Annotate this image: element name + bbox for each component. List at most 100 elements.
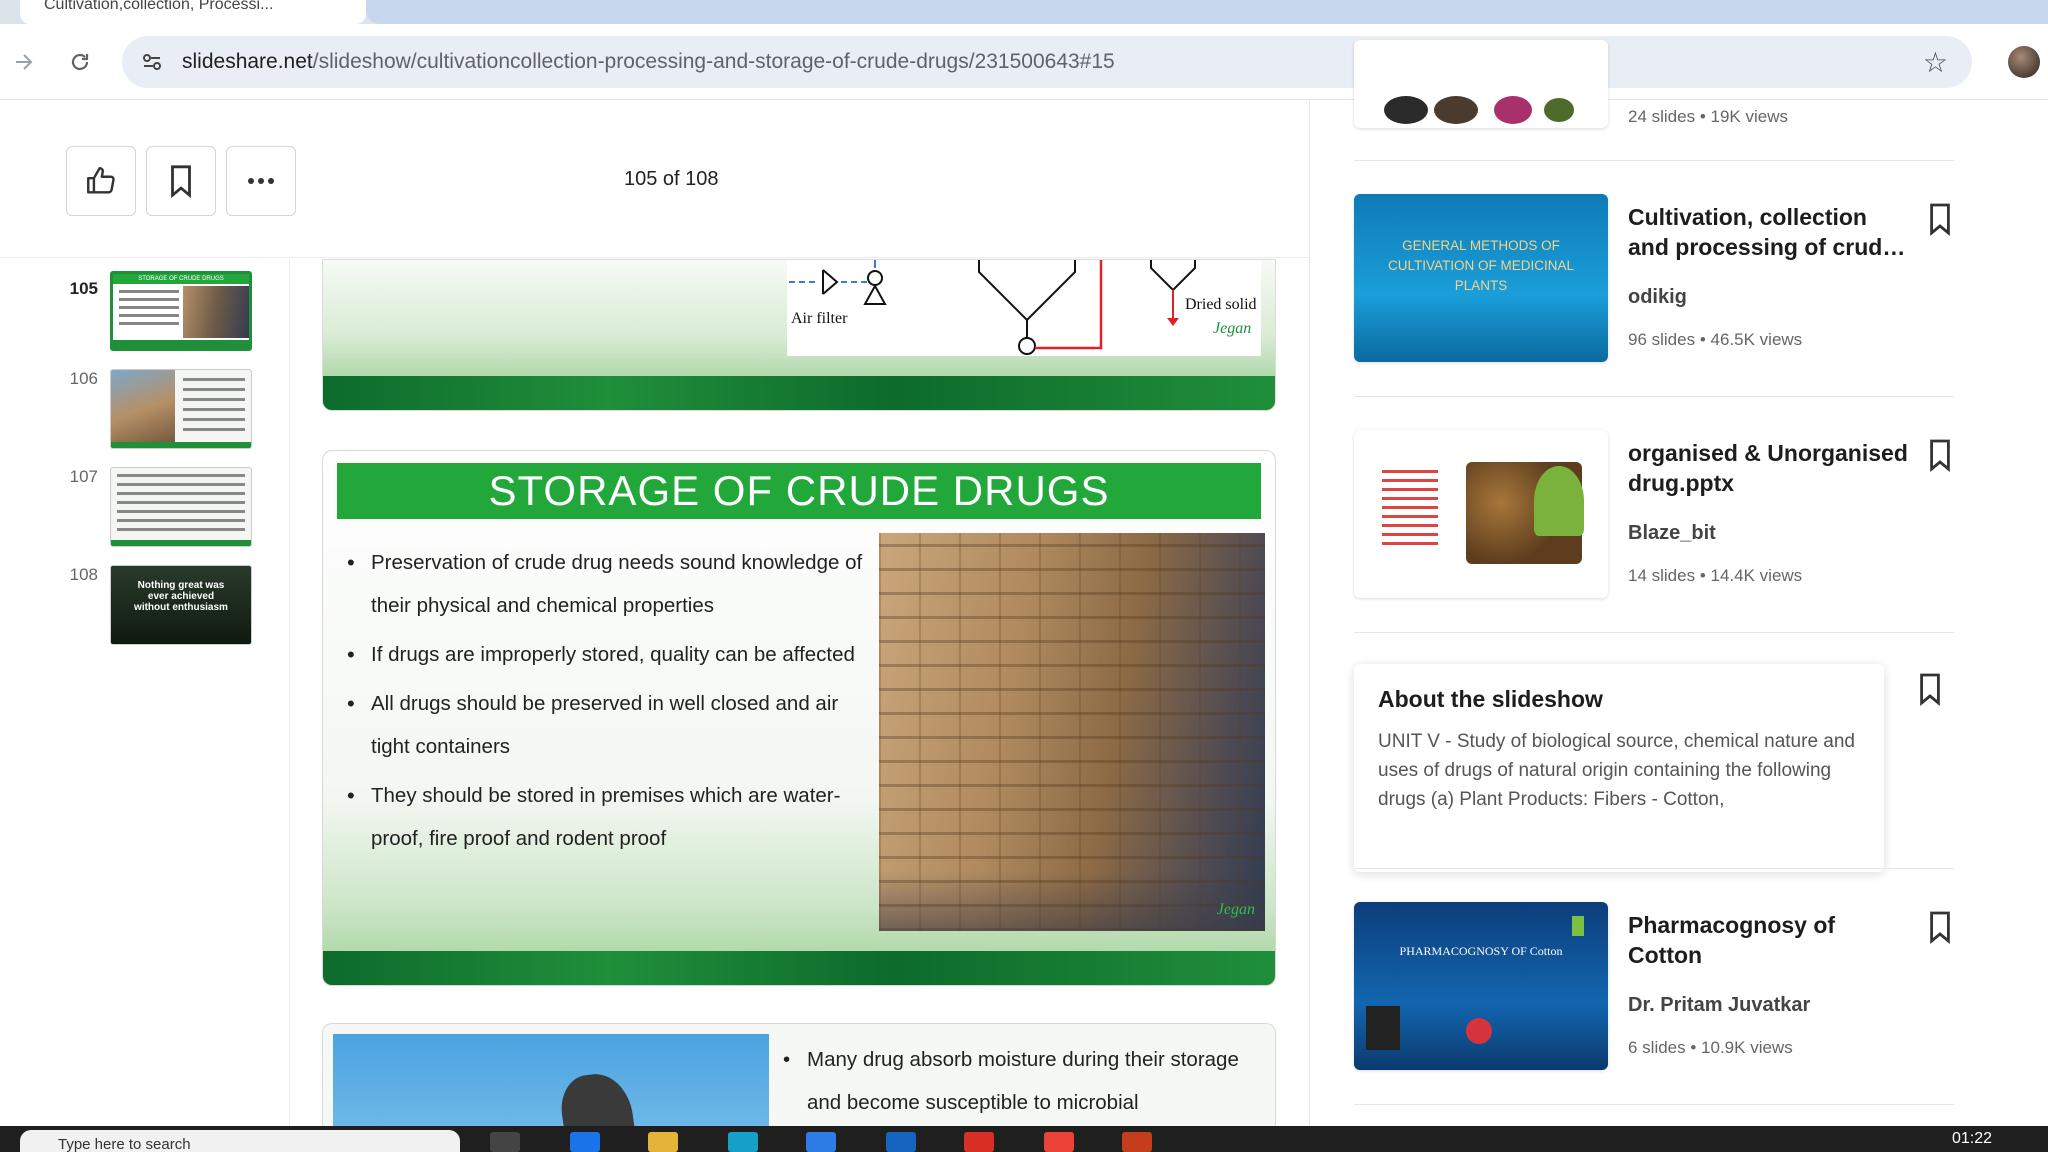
separator (1354, 868, 1954, 869)
forward-button[interactable] (4, 42, 44, 82)
separator (1354, 160, 1954, 161)
related-card-cultivation[interactable]: GENERAL METHODS OF CULTIVATION OF MEDICI… (1354, 194, 1954, 364)
separator (1354, 632, 1954, 633)
slide-106-partial: Many drug absorb moisture during their s… (322, 1023, 1276, 1126)
thumbs-up-icon (87, 167, 115, 194)
thumbnail-number: 108 (69, 565, 98, 584)
powerpoint-icon[interactable] (1122, 1132, 1152, 1152)
slide-bullet: All drugs should be preserved in well cl… (343, 682, 873, 768)
views-count: 19K views (1710, 107, 1788, 126)
views-count: 46.5K views (1710, 330, 1803, 349)
thumbnail-image: Nothing great was ever achieved without … (110, 565, 252, 645)
slide-bullet: They should be stored in premises which … (343, 774, 873, 860)
card-thumbnail: PHARMACOGNOSY OF Cotton (1354, 902, 1608, 1070)
slides-count: 6 slides (1628, 1038, 1686, 1057)
tab-strip-background (366, 0, 2048, 24)
slide-title: STORAGE OF CRUDE DRUGS (337, 463, 1261, 519)
slide-footer-band (323, 376, 1275, 410)
bookmark-icon[interactable] (1926, 202, 1954, 236)
slide-104-partial: Air filter Dried solid Jegan (322, 259, 1276, 411)
thumbnail-quote: Nothing great was ever achieved without … (134, 580, 228, 613)
forward-arrow-icon (16, 54, 33, 70)
reload-button[interactable] (60, 42, 100, 82)
slide-bullet-list: Preservation of crude drug needs sound k… (343, 541, 873, 866)
taskbar-search[interactable]: Type here to search (20, 1130, 460, 1152)
slide-105: STORAGE OF CRUDE DRUGS Preservation of c… (322, 450, 1276, 986)
slides-scroll-area[interactable]: Air filter Dried solid Jegan STORAGE OF … (290, 259, 1309, 1126)
card-title[interactable]: organised & Unorganised drug.pptx (1628, 438, 1908, 498)
related-sidebar: 24 slides • 19K views GENERAL METHODS OF… (1310, 40, 2048, 1126)
thumbnail-image (110, 467, 252, 547)
url-path: /slideshow/cultivationcollection-process… (312, 50, 1115, 73)
card-author[interactable]: odikig (1628, 286, 1687, 309)
separator (1354, 1104, 1954, 1105)
chrome-icon[interactable] (1044, 1132, 1074, 1152)
slides-count: 14 slides (1628, 566, 1696, 585)
next-slide-bullets: Many drug absorb moisture during their s… (779, 1038, 1259, 1124)
card-title[interactable]: Pharmacognosy of Cotton (1628, 910, 1908, 970)
thumbnail-title: STORAGE OF CRUDE DRUGS (113, 274, 249, 284)
store-icon[interactable] (806, 1132, 836, 1152)
reload-icon (71, 53, 89, 71)
url-host: slideshare.net (182, 50, 313, 73)
signature: Jegan (1213, 320, 1252, 337)
thumbnail-number: 107 (69, 467, 98, 486)
clock-time[interactable]: 01:22 (1952, 1130, 1992, 1148)
bookmark-icon[interactable] (1926, 438, 1954, 472)
more-dots-icon (248, 178, 274, 184)
sacks-warehouse-image: Jegan (879, 533, 1265, 931)
related-card-cotton[interactable]: PHARMACOGNOSY OF Cotton Pharmacognosy of… (1354, 902, 1954, 1072)
slide-bullet: If drugs are improperly stored, quality … (343, 633, 873, 676)
thumbnail-number: 105 (69, 279, 98, 298)
slide-footer-band (323, 951, 1275, 985)
card-thumbnail-text: GENERAL METHODS OF CULTIVATION OF MEDICI… (1387, 238, 1574, 293)
slide-signature: Jegan (1216, 901, 1255, 918)
thumbnail-rail: 105 STORAGE OF CRUDE DRUGS 106 107 108 N… (0, 259, 290, 1126)
slideshow-viewer: 105 of 108 105 STORAGE OF CRUDE DRUGS 10… (0, 100, 1310, 1126)
card-thumbnail-text: PHARMACOGNOSY OF Cotton (1399, 944, 1563, 958)
card-thumbnail (1354, 430, 1608, 598)
bookmark-icon (171, 165, 191, 198)
bookmark-icon[interactable] (1916, 672, 1944, 706)
app-icon[interactable] (964, 1132, 994, 1152)
site-info-icon[interactable] (136, 46, 168, 78)
air-filter-label: Air filter (791, 310, 848, 327)
related-card-organised[interactable]: organised & Unorganised drug.pptx Blaze_… (1354, 430, 1954, 600)
thumbnail-image: STORAGE OF CRUDE DRUGS (110, 271, 252, 351)
card-author[interactable]: Dr. Pritam Juvatkar (1628, 994, 1810, 1017)
process-diagram: Air filter Dried solid Jegan (787, 260, 1261, 356)
task-view-icon[interactable] (490, 1132, 520, 1152)
card-stats: 14 slides • 14.4K views (1628, 566, 1803, 585)
url-text[interactable]: slideshare.net/slideshow/cultivationcoll… (182, 50, 1115, 74)
like-button[interactable] (66, 146, 136, 216)
tab-active[interactable]: Cultivation,collection, Processi... (20, 0, 366, 24)
bookmark-icon[interactable] (1926, 910, 1954, 944)
profile-avatar[interactable] (2008, 46, 2040, 78)
sky-photo (333, 1034, 769, 1126)
file-explorer-icon[interactable] (648, 1132, 678, 1152)
save-button[interactable] (146, 146, 216, 216)
browser-icon[interactable] (728, 1132, 758, 1152)
tab-strip: Cultivation,collection, Processi... (0, 0, 2048, 24)
about-heading: About the slideshow (1378, 686, 1603, 712)
card-author[interactable]: Blaze_bit (1628, 522, 1716, 545)
action-bar: 105 of 108 (0, 100, 1309, 258)
edge-icon[interactable] (570, 1132, 600, 1152)
thumbnail-number: 106 (69, 369, 98, 388)
about-text: UNIT V - Study of biological source, che… (1378, 731, 1855, 810)
card-stats: 6 slides • 10.9K views (1628, 1038, 1793, 1057)
slide-bullet: Preservation of crude drug needs sound k… (343, 541, 873, 627)
views-count: 14.4K views (1710, 566, 1803, 585)
more-options-button[interactable] (226, 146, 296, 216)
thumbnail-image (110, 369, 252, 449)
views-count: 10.9K views (1701, 1038, 1793, 1057)
card-stats: 96 slides • 46.5K views (1628, 330, 1803, 349)
dried-solid-label: Dried solid (1185, 296, 1257, 313)
card-title[interactable]: Cultivation, collection and processing o… (1628, 202, 1908, 262)
related-card-partial[interactable]: 24 slides • 19K views (1354, 40, 1954, 128)
slides-count: 96 slides (1628, 330, 1696, 349)
mail-icon[interactable] (886, 1132, 916, 1152)
card-thumbnail: GENERAL METHODS OF CULTIVATION OF MEDICI… (1354, 194, 1608, 362)
page-counter: 105 of 108 (624, 168, 719, 190)
slides-count: 24 slides (1628, 107, 1696, 126)
